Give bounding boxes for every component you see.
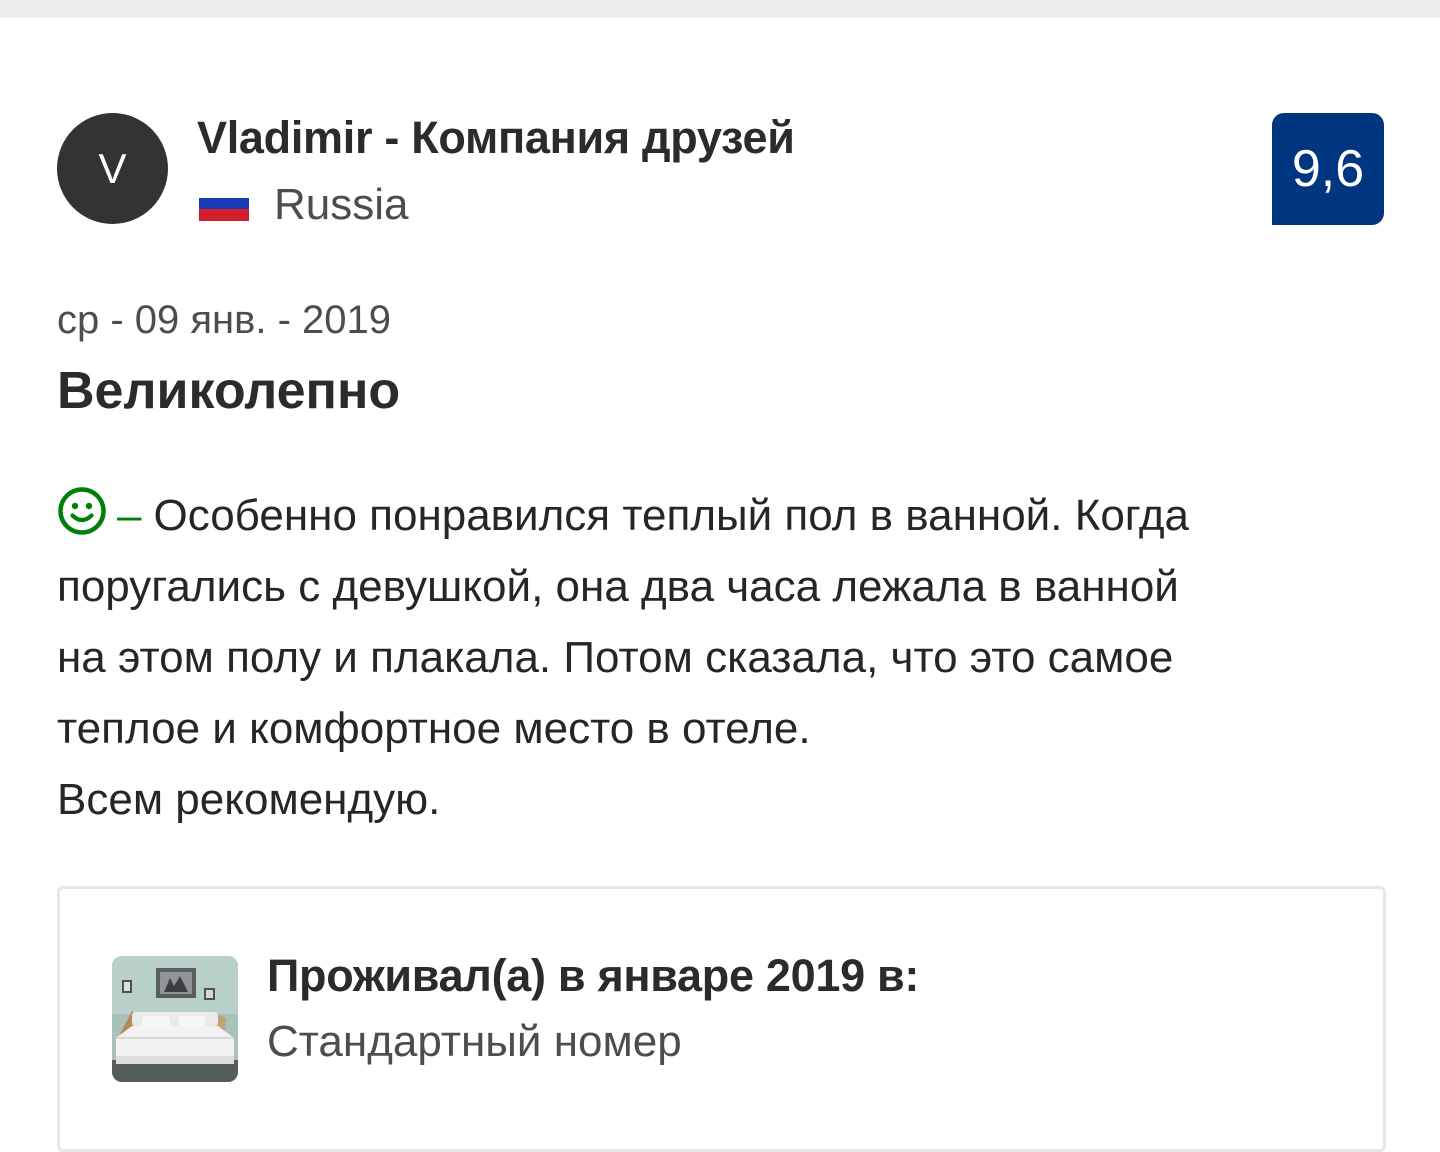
avatar: V	[57, 113, 168, 224]
russia-flag-icon	[199, 186, 249, 221]
stay-info-card	[57, 886, 1386, 1152]
avatar-initial: V	[98, 144, 127, 192]
smiley-icon	[58, 487, 106, 535]
review-line: Всем рекомендую.	[57, 775, 441, 824]
room-type: Стандартный номер	[267, 1017, 682, 1066]
room-photo[interactable]	[112, 956, 238, 1082]
review-line: поругались с девушкой, она два часа лежа…	[57, 562, 1179, 611]
review-score: 9,6	[1291, 140, 1365, 198]
review-line: – Особенно понравился теплый пол в ванной…	[57, 480, 1377, 551]
positive-marker: –	[117, 491, 142, 540]
reviewer-country: Russia	[274, 180, 409, 229]
top-divider-strip	[0, 0, 1440, 18]
review-positive-text: – Особенно понравился теплый пол в ванной…	[57, 480, 1377, 835]
reviewer-name: Vladimir - Компания друзей	[197, 112, 795, 163]
review-line-text: Особенно понравился теплый пол в ванной.…	[153, 491, 1190, 540]
review-line: теплое и комфортное место в отеле.	[57, 704, 811, 753]
review-line: на этом полу и плакала. Потом сказала, ч…	[57, 633, 1174, 682]
room-photo-image	[112, 956, 238, 1082]
review-score-badge: 9,6	[1272, 113, 1384, 225]
review-date: ср - 09 янв. - 2019	[57, 298, 392, 342]
stay-heading: Проживал(а) в январе 2019 в:	[267, 950, 920, 1001]
review-title: Великолепно	[57, 362, 401, 420]
